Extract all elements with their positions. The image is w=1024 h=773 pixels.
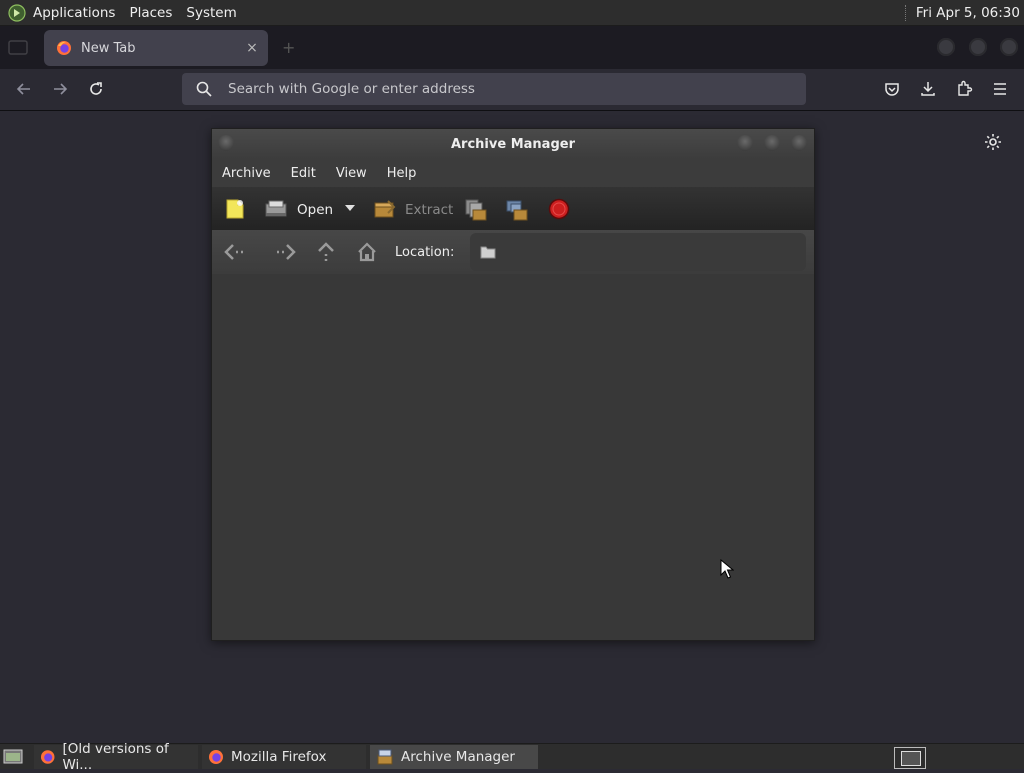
location-field[interactable] (470, 233, 806, 271)
menu-help[interactable]: Help (387, 166, 417, 181)
window-title: Archive Manager (451, 136, 575, 152)
extract-button-label[interactable]: Extract (405, 202, 453, 218)
forward-arrow-icon[interactable] (50, 79, 70, 99)
tab-close-icon[interactable]: × (242, 40, 262, 56)
window-menu-button[interactable] (218, 135, 234, 151)
new-tab-button[interactable]: + (282, 38, 295, 57)
tab-overview-icon[interactable] (8, 38, 28, 56)
folder-icon (480, 246, 496, 259)
open-dropdown-chevron-icon[interactable] (344, 203, 356, 213)
location-back-icon[interactable] (222, 242, 246, 262)
tab-new-tab[interactable]: New Tab × (44, 30, 268, 66)
top-panel: Applications Places System Fri Apr 5, 06… (0, 0, 1024, 26)
taskbar-item-label: Archive Manager (401, 749, 515, 765)
window-titlebar[interactable]: Archive Manager (212, 129, 814, 159)
new-tab-settings-gear-icon[interactable] (983, 132, 1003, 152)
applications-menu[interactable]: Applications (33, 5, 115, 21)
am-close-button[interactable] (791, 135, 807, 151)
new-archive-icon[interactable] (224, 198, 246, 220)
open-archive-icon[interactable] (264, 198, 288, 220)
address-bar[interactable] (182, 73, 806, 105)
menu-archive[interactable]: Archive (222, 166, 271, 181)
firefox-icon (209, 750, 223, 764)
archive-file-list[interactable] (212, 274, 814, 640)
add-files-icon[interactable] (464, 198, 488, 222)
firefox-icon (40, 750, 55, 764)
taskbar-item-firefox[interactable]: Mozilla Firefox (202, 745, 366, 769)
location-forward-icon[interactable] (274, 242, 298, 262)
location-bar: Location: (212, 230, 814, 275)
places-menu[interactable]: Places (129, 5, 172, 21)
reload-icon[interactable] (86, 79, 106, 99)
workspace-switcher[interactable] (894, 747, 926, 769)
taskbar-item-label: Mozilla Firefox (231, 749, 327, 765)
bottom-taskbar: [Old versions of Wi... Mozilla Firefox A… (0, 741, 1024, 773)
pocket-icon[interactable] (882, 79, 902, 99)
taskbar-item-archive-manager[interactable]: Archive Manager (370, 745, 538, 769)
search-icon (196, 81, 212, 97)
location-up-icon[interactable] (316, 241, 336, 263)
show-desktop-icon[interactable] (3, 748, 23, 766)
panel-separator (904, 4, 908, 21)
menu-view[interactable]: View (336, 166, 367, 181)
mouse-cursor-icon (720, 559, 734, 579)
tab-title: New Tab (81, 40, 136, 56)
clock[interactable]: Fri Apr 5, 06:30 (916, 5, 1020, 21)
taskbar-item-label: [Old versions of Wi... (62, 741, 169, 773)
downloads-icon[interactable] (918, 79, 938, 99)
am-menubar: Archive Edit View Help (212, 159, 814, 187)
close-window-button[interactable] (1000, 38, 1018, 56)
minimize-button[interactable] (937, 38, 955, 56)
archive-manager-icon (377, 749, 393, 765)
taskbar-item-old-versions[interactable]: [Old versions of Wi... (34, 741, 198, 773)
browser-navbar (0, 69, 1024, 111)
location-home-icon[interactable] (356, 241, 378, 263)
menu-edit[interactable]: Edit (291, 166, 316, 181)
mate-logo-icon[interactable] (8, 3, 26, 22)
hamburger-menu-icon[interactable] (990, 79, 1010, 99)
back-arrow-icon[interactable] (14, 79, 34, 99)
browser-tabbar: New Tab × + (0, 26, 1024, 69)
system-menu[interactable]: System (186, 5, 236, 21)
stop-icon[interactable] (548, 198, 570, 220)
am-maximize-button[interactable] (764, 135, 780, 151)
add-folder-icon[interactable] (505, 198, 529, 222)
firefox-icon (57, 41, 71, 55)
open-button-label[interactable]: Open (297, 202, 333, 218)
maximize-button[interactable] (969, 38, 987, 56)
address-input[interactable] (226, 80, 806, 98)
extract-icon[interactable] (372, 198, 396, 220)
am-toolbar: Open Extract (212, 187, 814, 230)
extensions-icon[interactable] (954, 79, 974, 99)
location-label: Location: (395, 245, 455, 260)
am-minimize-button[interactable] (737, 135, 753, 151)
